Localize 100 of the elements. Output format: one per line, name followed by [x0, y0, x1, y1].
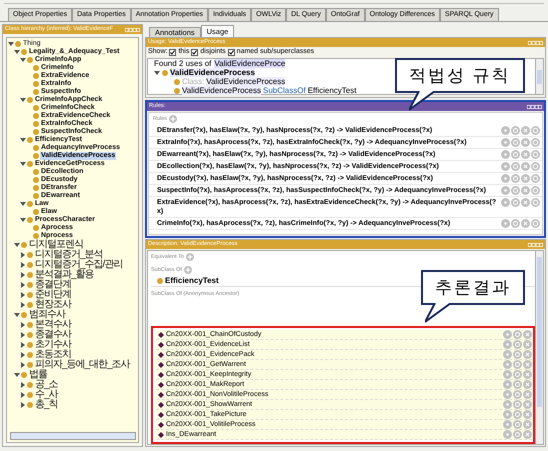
expand-triangle-icon[interactable] [20, 282, 26, 288]
vertical-scrollbar[interactable] [535, 59, 543, 94]
expand-triangle-icon[interactable] [20, 292, 26, 298]
help-icon[interactable] [501, 186, 510, 195]
help-icon[interactable] [501, 126, 510, 135]
collapse-triangle-icon[interactable] [20, 217, 26, 223]
tree-item[interactable]: 현장조사 [34, 300, 72, 310]
panel-controls-icon [528, 242, 543, 246]
checkbox[interactable] [228, 49, 235, 56]
collapse-triangle-icon[interactable] [20, 137, 26, 143]
help-icon[interactable] [503, 330, 512, 339]
expand-triangle-icon[interactable] [20, 302, 26, 308]
help-icon[interactable] [503, 410, 512, 419]
annotate-icon[interactable] [511, 219, 520, 228]
expand-triangle-icon[interactable] [20, 252, 26, 258]
expand-triangle-icon[interactable] [20, 322, 26, 328]
delete-icon[interactable] [523, 390, 532, 399]
checkbox[interactable] [191, 49, 198, 56]
tree-item[interactable]: 초동조치 [34, 350, 72, 360]
add-icon[interactable] [169, 115, 178, 123]
help-icon[interactable] [501, 150, 510, 159]
tree-item[interactable]: 디지털증거_분석 [34, 250, 104, 260]
collapse-triangle-icon[interactable] [20, 57, 26, 63]
expand-triangle-icon[interactable] [20, 272, 26, 278]
tree-item[interactable]: 분석결과_활용 [34, 270, 95, 280]
tree-item[interactable]: 법률 [28, 370, 48, 380]
collapse-triangle-icon[interactable] [14, 49, 20, 55]
delete-icon[interactable] [523, 370, 532, 379]
tree-item[interactable]: 종결단계 [34, 280, 72, 290]
delete-icon[interactable] [521, 150, 530, 159]
delete-icon[interactable] [523, 430, 532, 439]
help-icon[interactable] [503, 390, 512, 399]
expand-triangle-icon[interactable] [20, 352, 26, 358]
collapse-triangle-icon[interactable] [14, 242, 20, 248]
add-icon[interactable] [184, 266, 192, 274]
expand-triangle-icon[interactable] [20, 262, 26, 268]
delete-icon[interactable] [523, 330, 532, 339]
help-icon[interactable] [503, 360, 512, 369]
collapse-triangle-icon[interactable] [20, 161, 26, 167]
delete-icon[interactable] [521, 186, 530, 195]
tree-item[interactable]: 디지털증거_수집/관리 [34, 260, 124, 270]
collapse-triangle-icon[interactable] [20, 201, 26, 207]
help-icon[interactable] [501, 219, 510, 228]
help-icon[interactable] [501, 138, 510, 147]
tree-item[interactable]: 디지털포렌식 [28, 240, 84, 250]
tree-item[interactable]: 공_소 [34, 380, 59, 390]
add-icon[interactable] [186, 253, 194, 261]
delete-icon[interactable] [523, 360, 532, 369]
keyword: Class: [182, 77, 204, 86]
help-icon[interactable] [503, 400, 512, 409]
callout-tail [425, 303, 453, 323]
tree-item[interactable]: 수_사 [34, 390, 59, 400]
delete-icon[interactable] [521, 219, 530, 228]
expand-triangle-icon[interactable] [20, 402, 26, 408]
help-icon[interactable] [503, 420, 512, 429]
delete-icon[interactable] [523, 380, 532, 389]
delete-icon[interactable] [521, 198, 530, 207]
tree-item[interactable]: 종결수사 [34, 330, 72, 340]
found-class-name: ValidEvidenceProce [214, 59, 286, 68]
help-icon[interactable] [501, 198, 510, 207]
delete-icon[interactable] [523, 420, 532, 429]
help-icon[interactable] [503, 430, 512, 439]
expand-triangle-icon[interactable] [20, 362, 26, 368]
delete-icon[interactable] [521, 174, 530, 183]
delete-icon[interactable] [523, 340, 532, 349]
delete-icon[interactable] [521, 126, 530, 135]
help-icon[interactable] [503, 350, 512, 359]
expand-triangle-icon[interactable] [20, 332, 26, 338]
panel-controls-icon [528, 40, 543, 44]
delete-icon[interactable] [521, 162, 530, 171]
tree-item[interactable]: 본격수사 [34, 320, 72, 330]
help-icon[interactable] [501, 174, 510, 183]
collapse-triangle-icon[interactable] [20, 97, 26, 103]
class-name: ValidEvidenceProcess [182, 86, 262, 95]
horizontal-scrollbar[interactable] [10, 432, 136, 440]
help-icon[interactable] [503, 370, 512, 379]
vertical-scrollbar[interactable] [535, 251, 543, 444]
help-icon[interactable] [503, 380, 512, 389]
tree-item[interactable]: 준비단계 [34, 290, 72, 300]
help-icon[interactable] [503, 340, 512, 349]
collapse-triangle-icon[interactable] [8, 41, 14, 47]
expand-triangle-icon[interactable] [20, 382, 26, 388]
checkbox[interactable] [169, 49, 176, 56]
expand-triangle-icon[interactable] [20, 392, 26, 398]
usage-class[interactable]: ValidEvidenceProcess [170, 68, 255, 77]
collapse-triangle-icon[interactable] [14, 312, 20, 318]
help-icon[interactable] [501, 162, 510, 171]
class-name: ValidEvidenceProcess [206, 77, 286, 86]
collapse-triangle-icon[interactable] [14, 372, 20, 378]
edit-icon[interactable] [531, 219, 540, 228]
delete-icon[interactable] [523, 350, 532, 359]
expand-triangle-icon[interactable] [20, 342, 26, 348]
tree-item[interactable]: 초기수사 [34, 340, 72, 350]
delete-icon[interactable] [523, 400, 532, 409]
delete-icon[interactable] [521, 138, 530, 147]
tree-item[interactable]: 범죄수사 [28, 310, 66, 320]
collapse-triangle-icon[interactable] [154, 70, 160, 76]
delete-icon[interactable] [523, 410, 532, 419]
tree-item[interactable]: 피의자_등에_대한_조사 [34, 360, 131, 370]
tree-item[interactable]: 총_칙 [34, 400, 59, 410]
